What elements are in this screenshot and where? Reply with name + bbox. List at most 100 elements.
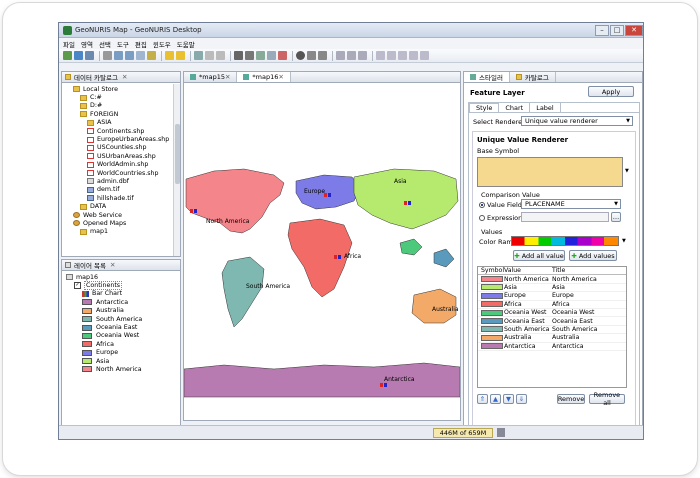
stop-icon[interactable] — [318, 51, 327, 60]
split-icon[interactable] — [358, 51, 367, 60]
chevron-down-icon[interactable]: ▼ — [622, 238, 626, 244]
table-row[interactable]: South America South America — [478, 326, 626, 335]
layer-icon[interactable] — [256, 51, 265, 60]
close-icon[interactable]: ✕ — [278, 73, 283, 81]
menu-item[interactable]: 도구 — [117, 39, 129, 49]
table-row[interactable]: Africa Africa — [478, 301, 626, 309]
expression-builder-button[interactable]: … — [611, 212, 621, 222]
back-icon[interactable] — [165, 51, 174, 60]
remove-button[interactable]: Remove — [557, 394, 585, 404]
move-up-button[interactable]: ▲ — [490, 394, 501, 404]
close-icon[interactable]: ✕ — [225, 73, 230, 81]
symbol-swatch[interactable] — [481, 343, 503, 350]
layer-node[interactable]: ✓ Continents — [66, 281, 180, 291]
symbol-swatch[interactable] — [481, 276, 503, 283]
full-extent-icon[interactable] — [136, 51, 145, 60]
save-icon[interactable] — [85, 51, 94, 60]
open-icon[interactable] — [74, 51, 83, 60]
title-cell[interactable]: Africa — [552, 301, 602, 308]
tree-item[interactable]: hillshade.tif — [66, 194, 180, 202]
tree-item[interactable]: Opened Maps — [66, 219, 180, 227]
symbol-swatch[interactable] — [481, 318, 503, 325]
tree-item[interactable]: USUrbanAreas.shp — [66, 152, 180, 160]
layer-visibility-checkbox[interactable]: ✓ — [74, 282, 81, 290]
column-header[interactable]: Symbol — [478, 267, 504, 274]
new-map-icon[interactable] — [63, 51, 72, 60]
title-cell[interactable]: Oceania West — [552, 309, 602, 316]
editor-tab[interactable]: *map15 ✕ — [184, 72, 238, 82]
tree-item[interactable]: admin.dbf — [66, 177, 180, 185]
add-values-button[interactable]: ✚ Add values — [569, 250, 617, 261]
camera-icon[interactable] — [234, 51, 243, 60]
line-icon[interactable] — [420, 51, 429, 60]
tree-item[interactable]: C:# — [66, 93, 180, 101]
close-icon[interactable]: ✕ — [122, 73, 127, 81]
tree-item[interactable]: DATA — [66, 202, 180, 210]
close-icon[interactable]: ✕ — [110, 261, 115, 269]
tree-item[interactable]: USCounties.shp — [66, 144, 180, 152]
menu-item[interactable]: 윈도우 — [153, 39, 171, 49]
menu-item[interactable]: 도움말 — [177, 39, 195, 49]
minimize-button[interactable]: – — [595, 24, 609, 36]
add-all-values-button[interactable]: ✚ Add all value — [513, 250, 565, 261]
tree-item[interactable]: Web Service — [66, 211, 180, 219]
refresh-icon[interactable] — [147, 51, 156, 60]
menu-item[interactable]: 파일 — [63, 39, 75, 49]
value-field-select[interactable]: PLACENAME ▼ — [521, 199, 621, 209]
table-row[interactable]: Asia Asia — [478, 284, 626, 293]
tree-item[interactable]: EuropeUrbanAreas.shp — [66, 135, 180, 143]
symbol-swatch[interactable] — [481, 284, 503, 291]
link-icon[interactable] — [267, 51, 276, 60]
zoom-in-icon[interactable] — [114, 51, 123, 60]
table-row[interactable]: Oceania West Oceania West — [478, 309, 626, 318]
redo-icon[interactable] — [387, 51, 396, 60]
draw-icon[interactable] — [409, 51, 418, 60]
cursor-icon[interactable] — [336, 51, 345, 60]
value-field-radio[interactable]: Value Field — [479, 201, 522, 209]
edit-icon[interactable] — [278, 51, 287, 60]
column-header[interactable]: Title — [552, 267, 602, 274]
tree-item[interactable]: D:# — [66, 102, 180, 110]
table-row[interactable]: Europe Europe — [478, 292, 626, 301]
tab-style[interactable]: Style — [469, 103, 500, 112]
tab-chart[interactable]: Chart — [499, 103, 531, 112]
title-cell[interactable]: North America — [552, 276, 602, 283]
tree-item[interactable]: dem.tif — [66, 186, 180, 194]
move-down-button[interactable]: ▼ — [503, 394, 514, 404]
tree-item[interactable]: WorldAdmin.shp — [66, 161, 180, 169]
move-top-button[interactable]: ⇑ — [477, 394, 488, 404]
measure-icon[interactable] — [216, 51, 225, 60]
table-row[interactable]: Oceania East Oceania East — [478, 317, 626, 326]
apply-button[interactable]: Apply — [588, 86, 634, 97]
tree-item[interactable]: FOREIGN — [66, 110, 180, 118]
menu-item[interactable]: 영역 — [81, 39, 93, 49]
tree-item[interactable]: Continents.shp — [66, 127, 180, 135]
garbage-collect-icon[interactable] — [497, 428, 505, 437]
symbol-swatch[interactable] — [481, 326, 503, 333]
select-icon[interactable] — [194, 51, 203, 60]
tree-item[interactable]: Local Store — [66, 85, 180, 93]
zoom-out-icon[interactable] — [125, 51, 134, 60]
tab-label[interactable]: Label — [530, 103, 561, 112]
tree-item[interactable]: ASIA — [66, 119, 180, 127]
symbol-swatch[interactable] — [481, 309, 503, 316]
pointer-icon[interactable] — [398, 51, 407, 60]
print-icon[interactable] — [245, 51, 254, 60]
renderer-select[interactable]: Unique value renderer ▼ — [521, 116, 633, 126]
tab-styler[interactable]: 스타일러 — [464, 72, 510, 82]
map-canvas[interactable]: North America Europe Asia Africa South Ameri… — [184, 83, 460, 420]
column-header[interactable]: Value — [504, 267, 552, 274]
title-cell[interactable]: Asia — [552, 284, 602, 291]
title-cell[interactable]: South America — [552, 326, 602, 333]
tab-catalog[interactable]: 카탈로그 — [510, 72, 556, 82]
title-cell[interactable]: Australia — [552, 334, 602, 341]
tree-item[interactable]: map1 — [66, 228, 180, 236]
title-cell[interactable]: Oceania East — [552, 318, 602, 325]
title-cell[interactable]: Europe — [552, 292, 602, 299]
move-bottom-button[interactable]: ⇓ — [516, 394, 527, 404]
layer-tab[interactable]: 레이어 목록 ✕ — [62, 260, 180, 271]
play-icon[interactable] — [307, 51, 316, 60]
menu-item[interactable]: 편집 — [135, 39, 147, 49]
maximize-button[interactable]: □ — [610, 24, 624, 36]
symbol-swatch[interactable] — [481, 334, 503, 341]
